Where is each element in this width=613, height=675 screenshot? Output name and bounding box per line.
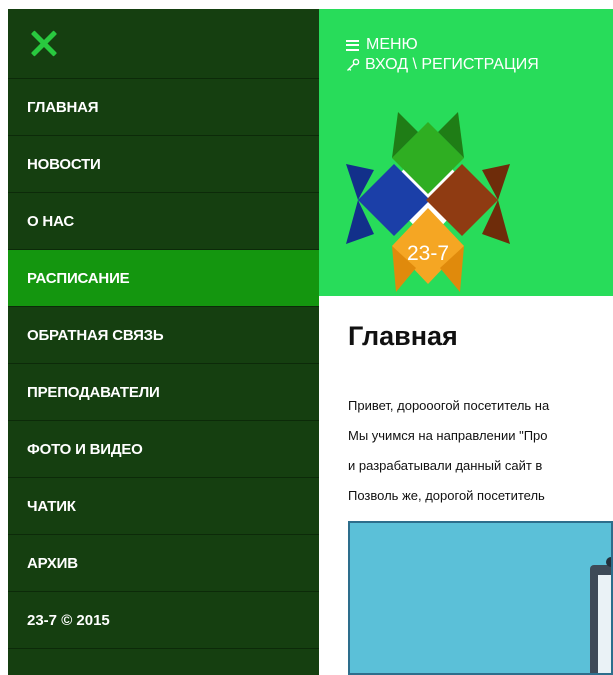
intro-line-4: Позволь же, дорогой посетитель xyxy=(348,488,545,503)
site-logo[interactable]: 23-7 xyxy=(346,108,510,292)
sidebar-item-feedback[interactable]: ОБРАТНАЯ СВЯЗЬ xyxy=(8,306,319,363)
app-frame: ГЛАВНАЯ НОВОСТИ О НАС РАСПИСАНИЕ ОБРАТНА… xyxy=(8,9,613,675)
sidebar-item-news[interactable]: НОВОСТИ xyxy=(8,135,319,192)
sidebar-item-teachers[interactable]: ПРЕПОДАВАТЕЛИ xyxy=(8,363,319,420)
nav-list: ГЛАВНАЯ НОВОСТИ О НАС РАСПИСАНИЕ ОБРАТНА… xyxy=(8,78,319,591)
sidebar-item-archive[interactable]: АРХИВ xyxy=(8,534,319,591)
sidebar-item-home[interactable]: ГЛАВНАЯ xyxy=(8,78,319,135)
intro-line-2: Мы учимся на направлении "Про xyxy=(348,428,548,443)
sidebar-nav: ГЛАВНАЯ НОВОСТИ О НАС РАСПИСАНИЕ ОБРАТНА… xyxy=(8,9,319,675)
menu-button[interactable]: МЕНЮ xyxy=(346,36,418,54)
logo-text: 23-7 xyxy=(407,242,449,265)
sidebar-item-schedule[interactable]: РАСПИСАНИЕ xyxy=(8,249,319,306)
main-content: МЕНЮ ВХОД \ РЕГИСТРАЦИЯ 23-7 Главная При… xyxy=(319,9,613,675)
sidebar-item-chat[interactable]: ЧАТИК xyxy=(8,477,319,534)
close-icon[interactable] xyxy=(30,29,58,57)
clipboard-clip xyxy=(606,557,611,567)
sidebar-item-photo-video[interactable]: ФОТО И ВИДЕО xyxy=(8,420,319,477)
hamburger-icon xyxy=(346,39,359,51)
menu-label: МЕНЮ xyxy=(366,36,418,53)
clipboard-paper xyxy=(598,575,611,673)
sidebar-footer-divider xyxy=(8,648,319,675)
login-register-link[interactable]: ВХОД \ РЕГИСТРАЦИЯ xyxy=(346,56,539,74)
sidebar-item-about[interactable]: О НАС xyxy=(8,192,319,249)
intro-line-1: Привет, дорооогой посетитель на xyxy=(348,398,550,413)
page-title: Главная xyxy=(348,321,458,351)
key-icon xyxy=(347,58,360,71)
sidebar-footer-copyright: 23-7 © 2015 xyxy=(8,591,319,648)
intro-line-3: и разрабатывали данный сайт в xyxy=(348,458,543,473)
hero-illustration xyxy=(348,521,613,675)
site-header: МЕНЮ ВХОД \ РЕГИСТРАЦИЯ 23-7 xyxy=(319,9,613,296)
login-label: ВХОД \ РЕГИСТРАЦИЯ xyxy=(365,56,539,73)
